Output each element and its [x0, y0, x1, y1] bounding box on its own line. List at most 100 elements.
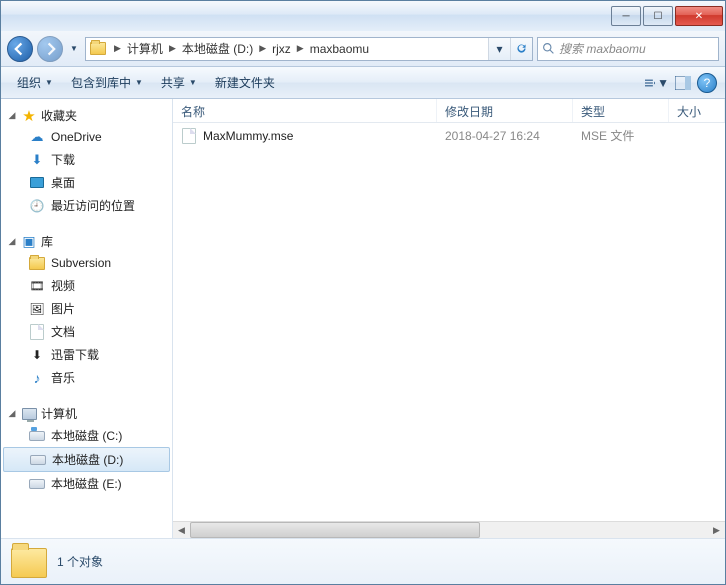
scroll-track[interactable]	[190, 522, 708, 538]
drive-icon	[29, 476, 45, 492]
sidebar-item-music[interactable]: ♪音乐	[1, 366, 172, 389]
caret-down-icon: ▼	[657, 76, 669, 90]
sidebar-item-videos[interactable]: 🎞 视频	[1, 274, 172, 297]
search-input[interactable]: 搜索 maxbaomu	[537, 37, 719, 61]
content-area: ◢ ★ 收藏夹 ☁OneDrive ⬇下载 桌面 🕘最近访问的位置 ◢ ▣ 库 …	[1, 99, 725, 538]
breadcrumb[interactable]: rjxz	[270, 42, 293, 56]
newfolder-label: 新建文件夹	[215, 74, 275, 91]
column-headers: 名称 修改日期 类型 大小	[173, 99, 725, 123]
include-in-library-menu[interactable]: 包含到库中 ▼	[63, 70, 151, 95]
column-size[interactable]: 大小	[669, 99, 725, 122]
caret-down-icon: ▼	[135, 78, 143, 87]
music-icon: ♪	[29, 370, 45, 386]
file-icon	[181, 128, 197, 144]
sidebar-item-pictures[interactable]: 🖼 图片	[1, 297, 172, 320]
caret-down-icon: ▼	[189, 78, 197, 87]
command-bar: 组织▼ 包含到库中 ▼ 共享 ▼ 新建文件夹 ▼ ?	[1, 67, 725, 99]
sidebar-item-drive-e[interactable]: 本地磁盘 (E:)	[1, 472, 172, 495]
sidebar-item-onedrive[interactable]: ☁OneDrive	[1, 126, 172, 148]
sidebar-item-downloads[interactable]: ⬇下载	[1, 148, 172, 171]
file-date: 2018-04-27 16:24	[437, 129, 573, 143]
scroll-right-icon[interactable]: ▶	[708, 522, 725, 539]
recent-icon: 🕘	[29, 198, 45, 214]
back-arrow-icon	[13, 42, 27, 56]
folder-icon	[11, 544, 47, 580]
libraries-label: 库	[41, 233, 53, 250]
refresh-button[interactable]	[510, 38, 532, 60]
sidebar-item-documents[interactable]: 文档	[1, 320, 172, 343]
forward-button[interactable]	[37, 36, 63, 62]
document-icon	[29, 324, 45, 340]
sidebar-item-desktop[interactable]: 桌面	[1, 171, 172, 194]
help-button[interactable]: ?	[697, 73, 717, 93]
sidebar-item-label: 本地磁盘 (C:)	[51, 427, 122, 444]
search-placeholder: 搜索 maxbaomu	[559, 40, 646, 57]
preview-pane-icon	[675, 76, 691, 90]
column-date[interactable]: 修改日期	[437, 99, 573, 122]
back-button[interactable]	[7, 36, 33, 62]
breadcrumb[interactable]: 本地磁盘 (D:)	[180, 40, 255, 57]
address-bar[interactable]: ▶ 计算机 ▶ 本地磁盘 (D:) ▶ rjxz ▶ maxbaomu ▾	[85, 37, 533, 61]
view-options-button[interactable]: ▼	[645, 71, 669, 95]
share-label: 共享	[161, 74, 185, 91]
sidebar-item-label: 视频	[51, 277, 75, 294]
computer-header[interactable]: ◢ 计算机	[1, 403, 172, 424]
column-name[interactable]: 名称	[173, 99, 437, 122]
titlebar: ─ ☐ ✕	[1, 1, 725, 31]
collapse-icon: ◢	[7, 408, 17, 419]
include-label: 包含到库中	[71, 74, 131, 91]
maximize-button[interactable]: ☐	[643, 6, 673, 26]
download-icon: ⬇	[29, 152, 45, 168]
sidebar-item-label: 图片	[51, 300, 75, 317]
share-menu[interactable]: 共享 ▼	[153, 70, 205, 95]
favorites-header[interactable]: ◢ ★ 收藏夹	[1, 105, 172, 126]
chevron-right-icon: ▶	[165, 43, 180, 54]
sidebar-item-thunder[interactable]: ⬇迅雷下载	[1, 343, 172, 366]
breadcrumb[interactable]: maxbaomu	[308, 42, 371, 56]
sidebar-item-recent[interactable]: 🕘最近访问的位置	[1, 194, 172, 217]
drive-icon	[29, 428, 45, 444]
desktop-icon	[29, 175, 45, 191]
horizontal-scrollbar[interactable]: ◀ ▶	[173, 521, 725, 538]
favorites-label: 收藏夹	[41, 107, 77, 124]
explorer-window: ─ ☐ ✕ ▼ ▶ 计算机 ▶ 本地磁盘 (D:) ▶ rjxz ▶ maxba…	[0, 0, 726, 585]
folder-icon	[88, 39, 108, 59]
file-list[interactable]: MaxMummy.mse 2018-04-27 16:24 MSE 文件	[173, 123, 725, 521]
sidebar-item-subversion[interactable]: Subversion	[1, 252, 172, 274]
scroll-thumb[interactable]	[190, 522, 480, 538]
chevron-right-icon: ▶	[255, 43, 270, 54]
libraries-header[interactable]: ◢ ▣ 库	[1, 231, 172, 252]
video-icon: 🎞	[29, 278, 45, 294]
address-dropdown[interactable]: ▾	[488, 38, 510, 60]
close-button[interactable]: ✕	[675, 6, 723, 26]
close-icon: ✕	[695, 11, 703, 22]
favorites-group: ◢ ★ 收藏夹 ☁OneDrive ⬇下载 桌面 🕘最近访问的位置	[1, 105, 172, 217]
minimize-button[interactable]: ─	[611, 6, 641, 26]
picture-icon: 🖼	[29, 301, 45, 317]
nav-history-dropdown[interactable]: ▼	[67, 36, 81, 62]
view-icon	[645, 76, 655, 90]
minimize-icon: ─	[622, 11, 629, 22]
breadcrumb[interactable]: 计算机	[125, 40, 165, 57]
sidebar-item-label: OneDrive	[51, 130, 102, 144]
file-row[interactable]: MaxMummy.mse 2018-04-27 16:24 MSE 文件	[173, 123, 725, 148]
status-text: 1 个对象	[57, 553, 103, 570]
libraries-group: ◢ ▣ 库 Subversion 🎞 视频 🖼 图片 文档 ⬇迅雷下载 ♪音乐	[1, 231, 172, 389]
drive-icon	[30, 452, 46, 468]
organize-menu[interactable]: 组织▼	[9, 70, 61, 95]
sidebar-item-label: 桌面	[51, 174, 75, 191]
forward-arrow-icon	[43, 42, 57, 56]
star-icon: ★	[21, 108, 37, 124]
column-type[interactable]: 类型	[573, 99, 669, 122]
navigation-pane: ◢ ★ 收藏夹 ☁OneDrive ⬇下载 桌面 🕘最近访问的位置 ◢ ▣ 库 …	[1, 99, 173, 538]
file-name: MaxMummy.mse	[203, 129, 293, 143]
scroll-left-icon[interactable]: ◀	[173, 522, 190, 539]
sidebar-item-drive-c[interactable]: 本地磁盘 (C:)	[1, 424, 172, 447]
preview-pane-button[interactable]	[671, 71, 695, 95]
new-folder-button[interactable]: 新建文件夹	[207, 70, 283, 95]
maximize-icon: ☐	[654, 11, 663, 22]
computer-label: 计算机	[41, 405, 77, 422]
sidebar-item-label: Subversion	[51, 256, 111, 270]
sidebar-item-drive-d[interactable]: 本地磁盘 (D:)	[3, 447, 170, 472]
sidebar-item-label: 文档	[51, 323, 75, 340]
